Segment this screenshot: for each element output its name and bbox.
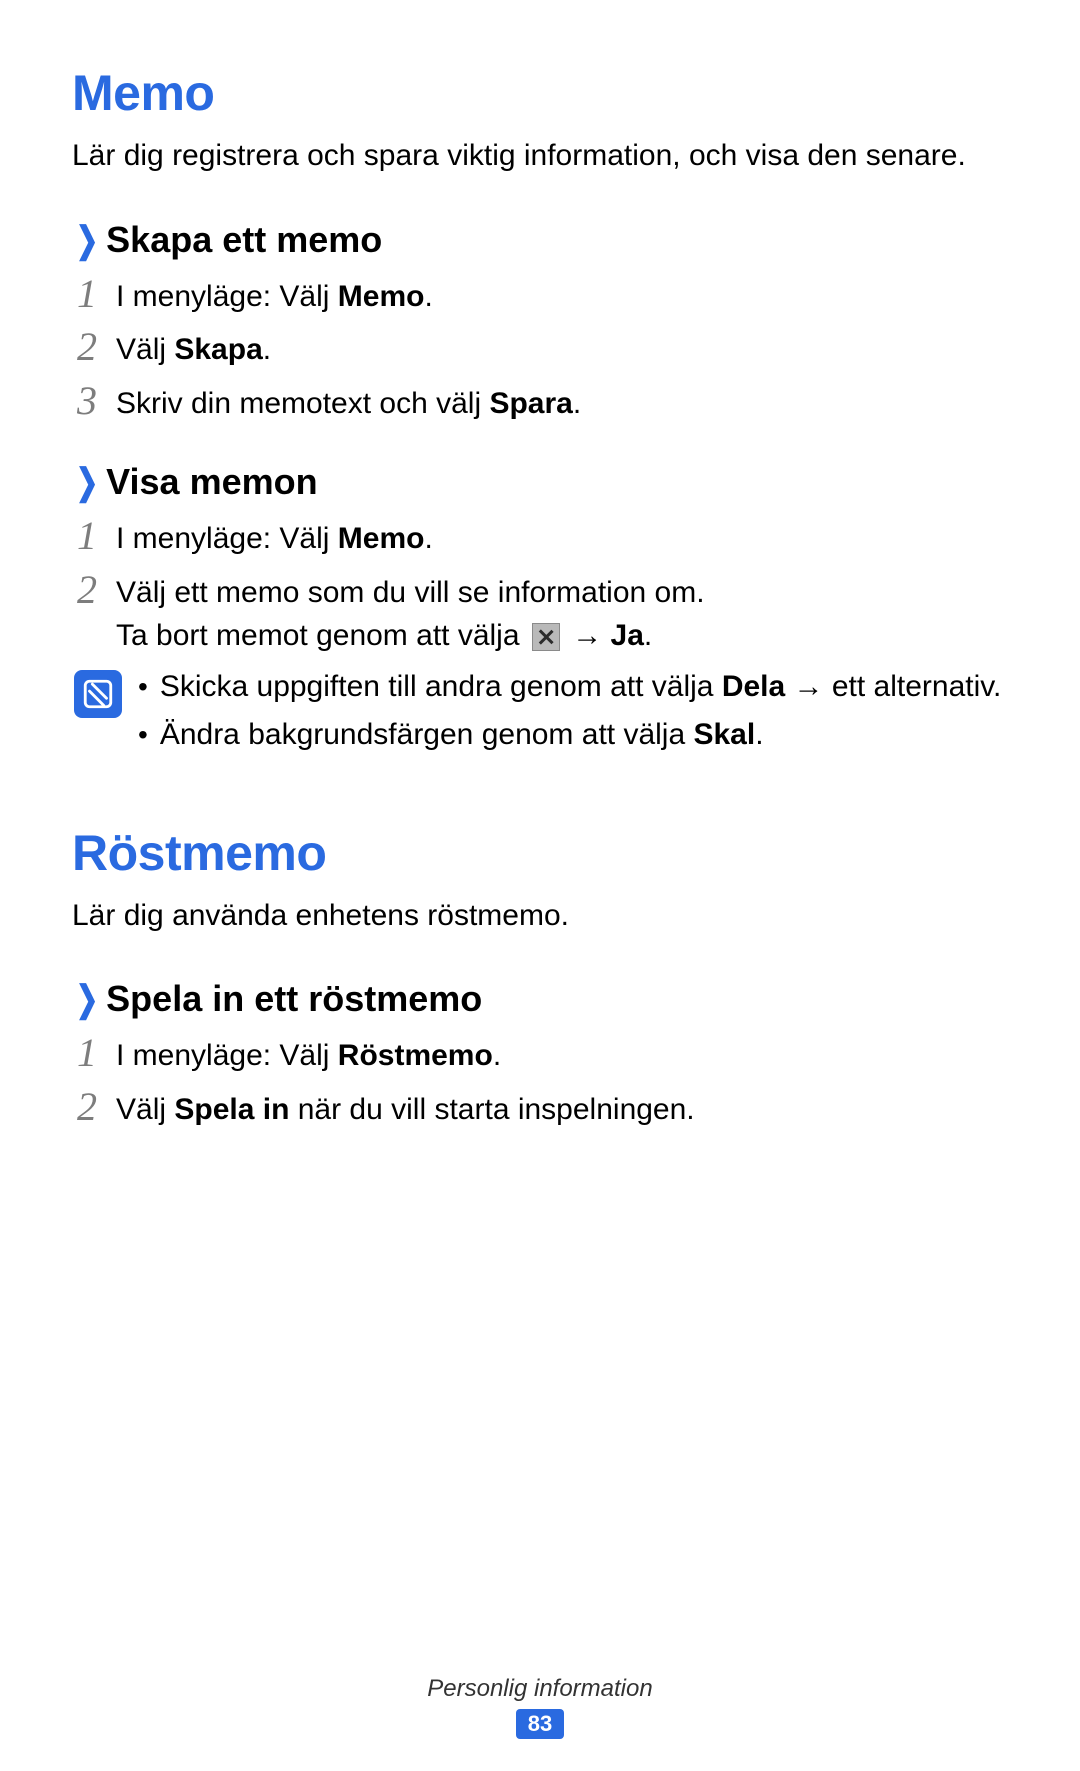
step-bold: Ja xyxy=(611,619,644,652)
subsection-spela-in: ❯ Spela in ett röstmemo 1 I menyläge: Vä… xyxy=(72,978,1008,1131)
step-number: 1 xyxy=(72,515,102,557)
step-item: 3 Skriv din memotext och välj Spara. xyxy=(72,380,1008,426)
step-bold: Spara xyxy=(489,387,572,420)
note-body: • Skicka uppgiften till andra genom att … xyxy=(138,666,1008,762)
step-item: 1 I menyläge: Välj Memo. xyxy=(72,273,1008,319)
page-footer: Personlig information 83 xyxy=(0,1675,1080,1739)
heading-memo: Memo xyxy=(72,64,1008,122)
arrow-text: → xyxy=(564,619,611,652)
step-item: 2 Välj ett memo som du vill se informati… xyxy=(72,569,1008,658)
step-number: 3 xyxy=(72,380,102,422)
subheading: ❯ Visa memon xyxy=(72,461,1008,503)
step-text: . xyxy=(424,522,432,555)
subheading-text: Spela in ett röstmemo xyxy=(106,978,482,1020)
step-item: 1 I menyläge: Välj Röstmemo. xyxy=(72,1032,1008,1078)
step-number: 1 xyxy=(72,1032,102,1074)
subheading-text: Skapa ett memo xyxy=(106,219,382,261)
note-bullet: • Ändra bakgrundsfärgen genom att välja … xyxy=(138,714,1008,756)
step-number: 2 xyxy=(72,326,102,368)
close-icon xyxy=(532,623,560,651)
step-text: när du vill starta inspelningen. xyxy=(289,1093,694,1126)
intro-memo: Lär dig registrera och spara viktig info… xyxy=(72,136,1008,177)
note-bullet: • Skicka uppgiften till andra genom att … xyxy=(138,666,1008,708)
note-text: Skicka uppgiften till andra genom att vä… xyxy=(160,670,722,703)
subheading-text: Visa memon xyxy=(106,461,317,503)
note-bold: Dela xyxy=(722,670,785,703)
step-text: . xyxy=(573,387,581,420)
arrow-text: → xyxy=(785,670,832,703)
note-block: • Skicka uppgiften till andra genom att … xyxy=(72,666,1008,762)
step-text: Välj xyxy=(116,333,174,366)
note-text: Ändra bakgrundsfärgen genom att välja xyxy=(160,718,694,751)
subheading: ❯ Spela in ett röstmemo xyxy=(72,978,1008,1020)
bullet-dot-icon: • xyxy=(138,714,148,756)
subsection-visa: ❯ Visa memon 1 I menyläge: Välj Memo. 2 … xyxy=(72,461,1008,762)
step-text: . xyxy=(644,619,652,652)
step-bold: Spela in xyxy=(174,1093,289,1126)
footer-section-label: Personlig information xyxy=(0,1675,1080,1703)
note-icon xyxy=(74,670,122,718)
step-text: . xyxy=(493,1039,501,1072)
step-text: I menyläge: Välj xyxy=(116,280,338,313)
chevron-icon: ❯ xyxy=(76,219,99,261)
step-text: Skriv din memotext och välj xyxy=(116,387,489,420)
chevron-icon: ❯ xyxy=(76,978,99,1020)
step-text: Ta bort memot genom att välja xyxy=(116,619,528,652)
step-number: 1 xyxy=(72,273,102,315)
page-content: Memo Lär dig registrera och spara viktig… xyxy=(0,0,1080,1131)
note-text: ett alternativ. xyxy=(832,670,1002,703)
step-bold: Memo xyxy=(338,522,425,555)
step-text: . xyxy=(424,280,432,313)
step-text: I menyläge: Välj xyxy=(116,522,338,555)
step-bold: Skapa xyxy=(174,333,262,366)
chevron-icon: ❯ xyxy=(76,461,99,503)
step-text: Välj xyxy=(116,1093,174,1126)
note-bold: Skal xyxy=(693,718,755,751)
step-bold: Röstmemo xyxy=(338,1039,493,1072)
note-text: . xyxy=(755,718,763,751)
subsection-skapa: ❯ Skapa ett memo 1 I menyläge: Välj Memo… xyxy=(72,219,1008,426)
intro-rostmemo: Lär dig använda enhetens röstmemo. xyxy=(72,896,1008,937)
step-bold: Memo xyxy=(338,280,425,313)
subheading: ❯ Skapa ett memo xyxy=(72,219,1008,261)
step-item: 1 I menyläge: Välj Memo. xyxy=(72,515,1008,561)
step-text: I menyläge: Välj xyxy=(116,1039,338,1072)
step-text: Välj ett memo som du vill se information… xyxy=(116,576,705,609)
step-item: 2 Välj Spela in när du vill starta inspe… xyxy=(72,1086,1008,1132)
heading-rostmemo: Röstmemo xyxy=(72,824,1008,882)
step-number: 2 xyxy=(72,569,102,611)
step-number: 2 xyxy=(72,1086,102,1128)
page-number: 83 xyxy=(516,1709,564,1739)
bullet-dot-icon: • xyxy=(138,666,148,708)
step-text: . xyxy=(263,333,271,366)
step-item: 2 Välj Skapa. xyxy=(72,326,1008,372)
